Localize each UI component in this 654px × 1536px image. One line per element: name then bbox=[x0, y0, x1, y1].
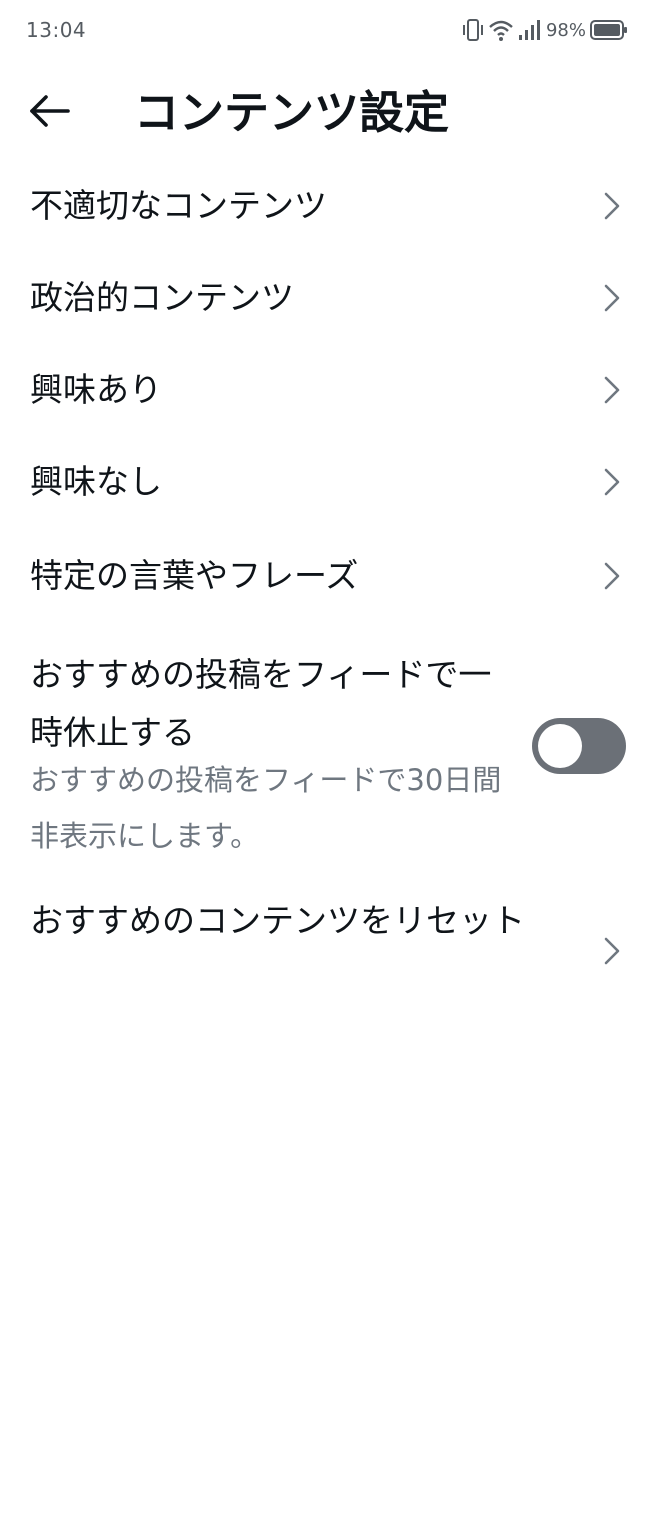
vibrate-icon bbox=[462, 17, 484, 43]
menu-item-inappropriate-content[interactable]: 不適切なコンテンツ bbox=[0, 160, 654, 252]
battery-percent: 98% bbox=[545, 19, 586, 41]
battery-icon bbox=[590, 19, 628, 41]
chevron-right-icon bbox=[604, 376, 620, 404]
toggle-knob bbox=[538, 724, 582, 768]
chevron-right-icon bbox=[604, 562, 620, 590]
chevron-right-icon bbox=[604, 192, 620, 220]
menu-item-political-content[interactable]: 政治的コンテンツ bbox=[0, 252, 654, 344]
signal-icon bbox=[518, 18, 540, 42]
pause-recommended-posts-toggle[interactable] bbox=[532, 718, 626, 774]
toggle-description: おすすめの投稿をフィードで30日間非表示にします。 bbox=[30, 763, 502, 853]
back-button[interactable] bbox=[20, 84, 78, 142]
toggle-title: おすすめの投稿をフィードで一時休止する bbox=[30, 655, 492, 752]
status-icons: 98% bbox=[462, 16, 628, 44]
status-time: 13:04 bbox=[26, 18, 87, 42]
arrow-left-icon bbox=[28, 94, 70, 132]
chevron-right-icon bbox=[604, 937, 620, 965]
menu-item-label: おすすめのコンテンツをリセット bbox=[30, 901, 525, 940]
menu-item-not-interested[interactable]: 興味なし bbox=[0, 436, 654, 528]
menu-item-muted-words[interactable]: 特定の言葉やフレーズ bbox=[0, 528, 654, 624]
wifi-icon bbox=[488, 18, 514, 42]
menu-item-label: 興味あり bbox=[30, 370, 162, 409]
page-title: コンテンツ設定 bbox=[134, 86, 450, 139]
menu-item-label: 不適切なコンテンツ bbox=[30, 186, 327, 225]
menu-item-label: 政治的コンテンツ bbox=[30, 278, 294, 317]
menu-item-interested[interactable]: 興味あり bbox=[0, 344, 654, 436]
chevron-right-icon bbox=[604, 468, 620, 496]
status-bar: 13:04 98% bbox=[0, 0, 654, 60]
menu-item-reset-recommended-content[interactable]: おすすめのコンテンツをリセット bbox=[0, 892, 654, 1010]
menu-item-label: 興味なし bbox=[30, 462, 162, 501]
pause-recommended-posts-row: おすすめの投稿をフィードで一時休止する おすすめの投稿をフィードで30日間非表示… bbox=[0, 640, 654, 860]
chevron-right-icon bbox=[604, 284, 620, 312]
header: コンテンツ設定 bbox=[0, 70, 654, 154]
menu-item-label: 特定の言葉やフレーズ bbox=[30, 556, 359, 595]
